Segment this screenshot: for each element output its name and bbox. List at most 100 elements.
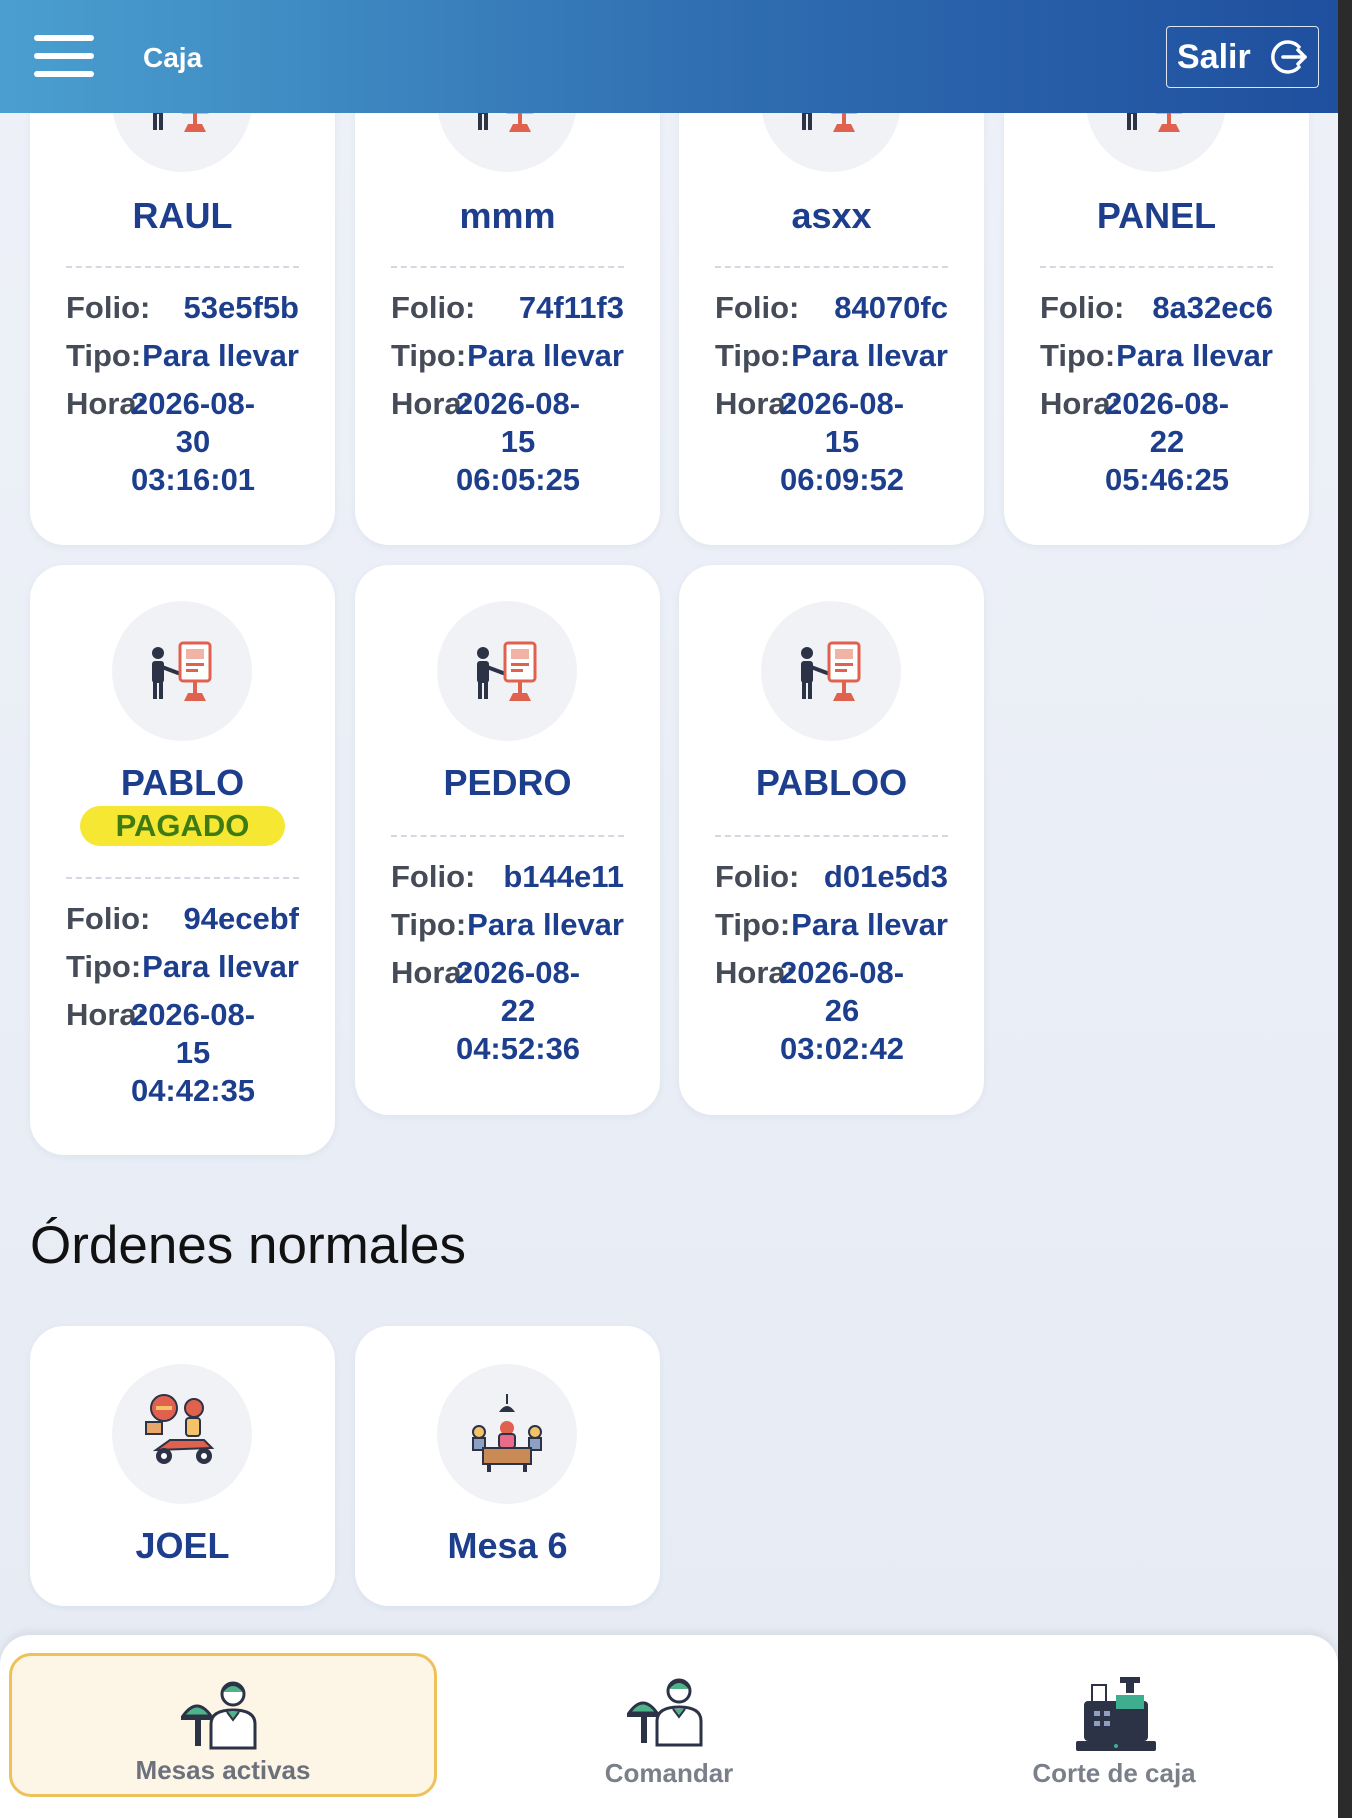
folio-value: 74f11f3 [518,290,624,325]
menu-icon[interactable] [34,35,94,79]
hora-time: 05:46:25 [1104,462,1230,497]
delivery-scooter-icon [145,1394,215,1464]
hora-time: 03:02:42 [779,1031,905,1066]
order-name: mmm [459,195,556,236]
dining-table-icon [472,1394,542,1472]
normal-order-card[interactable]: JOEL [30,1326,335,1606]
avatar [761,601,901,741]
divider [1040,266,1273,268]
avatar [437,601,577,741]
tipo-value: Para llevar [142,338,299,373]
nav-comandar[interactable]: Comandar [455,1653,883,1797]
order-card[interactable]: PEDRO Folio: b144e11 Tipo: Para llevar Hor… [355,565,660,1115]
folio-label: Folio: [391,859,476,894]
logout-button[interactable]: Salir [1166,26,1319,88]
order-card[interactable]: PABLOO Folio: d01e5d3 Tipo: Para llevar Ho… [679,565,984,1115]
bottom-nav: Mesas activas Comandar Corte de caja [0,1635,1338,1818]
hora-day: 30 [175,424,211,459]
hora-date: 2026-08- [779,955,905,990]
order-card[interactable]: asxx Folio: 84070fc Tipo: Para llevar Hora… [679,32,984,545]
folio-value: 94ecebf [183,901,299,936]
hora-value: 2026-08- 15 06:09:52 [767,385,917,499]
logout-label: Salir [1177,37,1251,76]
divider [66,877,299,879]
hora-time: 06:05:25 [455,462,581,497]
folio-label: Folio: [1040,290,1125,325]
tipo-value: Para llevar [791,338,948,373]
folio-value: 84070fc [834,290,948,325]
order-name: PANEL [1096,195,1217,236]
hora-time: 06:09:52 [779,462,905,497]
hora-value: 2026-08- 22 04:52:36 [443,954,593,1068]
nav-label: Comandar [604,1758,734,1788]
kiosk-icon [142,631,222,711]
divider [715,835,948,837]
hora-day: 22 [1149,424,1185,459]
tipo-label: Tipo: [391,907,467,942]
tipo-label: Tipo: [715,907,791,942]
tipo-value: Para llevar [1116,338,1273,373]
section-title: Órdenes normales [30,1216,466,1275]
waiter-icon [627,1673,711,1757]
folio-value: 8a32ec6 [1152,290,1273,325]
tipo-label: Tipo: [1040,338,1116,373]
hora-time: 04:52:36 [455,1031,581,1066]
avatar [437,1364,577,1504]
nav-mesas-activas[interactable]: Mesas activas [9,1653,437,1797]
tipo-label: Tipo: [391,338,467,373]
hora-value: 2026-08- 15 04:42:35 [118,996,268,1110]
hora-date: 2026-08- [130,386,256,421]
folio-value: 53e5f5b [183,290,299,325]
order-name: PABLOO [755,762,908,803]
kiosk-icon [791,631,871,711]
tipo-value: Para llevar [467,907,624,942]
folio-label: Folio: [66,901,151,936]
tipo-label: Tipo: [66,338,142,373]
order-name: asxx [791,195,872,236]
tipo-value: Para llevar [467,338,624,373]
hora-date: 2026-08- [779,386,905,421]
hora-value: 2026-08- 15 06:05:25 [443,385,593,499]
divider [66,266,299,268]
hora-day: 26 [824,993,860,1028]
divider [715,266,948,268]
app-root: RAUL Folio: 53e5f5b Tipo: Para llevar Hora… [0,0,1338,1818]
tipo-value: Para llevar [142,949,299,984]
nav-corte-de-caja[interactable]: Corte de caja [900,1653,1328,1797]
page-title: Caja [143,42,203,73]
window-edge [1338,0,1352,1818]
order-name: RAUL [132,195,233,236]
logout-icon [1270,40,1307,74]
tipo-value: Para llevar [791,907,948,942]
order-card[interactable]: mmm Folio: 74f11f3 Tipo: Para llevar Hora:… [355,32,660,545]
app-header: Caja Salir [0,0,1338,113]
hora-value: 2026-08- 22 05:46:25 [1092,385,1242,499]
cash-register-icon [1072,1673,1156,1757]
hora-day: 15 [824,424,860,459]
hora-time: 03:16:01 [130,462,256,497]
order-card[interactable]: RAUL Folio: 53e5f5b Tipo: Para llevar Hora… [30,32,335,545]
folio-label: Folio: [391,290,476,325]
hora-value: 2026-08- 30 03:16:01 [118,385,268,499]
hora-date: 2026-08- [455,386,581,421]
normal-order-card[interactable]: Mesa 6 [355,1326,660,1606]
folio-label: Folio: [715,290,800,325]
hora-day: 22 [500,993,536,1028]
folio-value: d01e5d3 [823,859,948,894]
order-name: PABLO [120,762,245,803]
tipo-label: Tipo: [715,338,791,373]
nav-label: Mesas activas [135,1755,311,1785]
hora-date: 2026-08- [130,997,256,1032]
hora-day: 15 [500,424,536,459]
hora-time: 04:42:35 [130,1073,256,1108]
order-card[interactable]: PABLO PAGADO Folio: 94ecebf Tipo: Para lle… [30,565,335,1155]
divider [391,835,624,837]
waiter-icon [181,1676,265,1760]
avatar [112,1364,252,1504]
hora-date: 2026-08- [1104,386,1230,421]
order-card[interactable]: PANEL Folio: 8a32ec6 Tipo: Para llevar Hor… [1004,32,1309,545]
status-badge: PAGADO [80,806,285,846]
hora-value: 2026-08- 26 03:02:42 [767,954,917,1068]
kiosk-icon [467,631,547,711]
divider [391,266,624,268]
